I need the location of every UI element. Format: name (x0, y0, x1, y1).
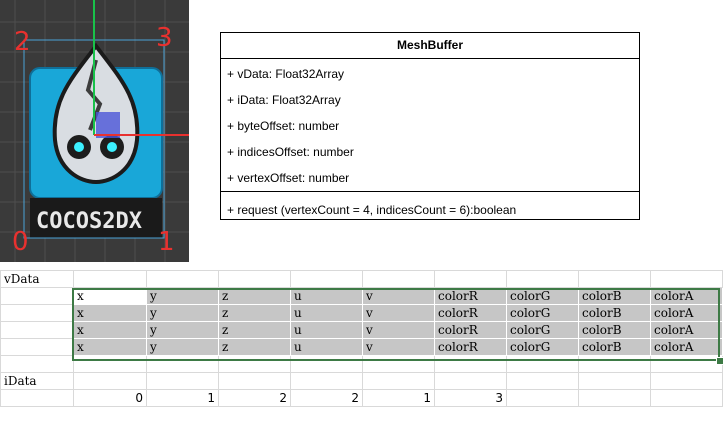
uml-attribute: + vertexOffset: number (227, 171, 350, 185)
cell-colorB[interactable]: colorB (578, 304, 651, 322)
cell-y[interactable]: y (146, 304, 219, 322)
corner-label-3: 3 (156, 23, 173, 53)
cell-colorG[interactable]: colorG (506, 287, 579, 305)
corner-label-0: 0 (12, 227, 29, 257)
fill-handle[interactable] (716, 357, 724, 365)
uml-attribute: + iData: Float32Array (227, 93, 341, 107)
cell-index[interactable]: 1 (146, 389, 219, 407)
cell-colorR[interactable]: colorR (434, 338, 507, 356)
uml-attribute: + byteOffset: number (227, 119, 340, 133)
cell-z[interactable]: z (218, 304, 291, 322)
cell-u[interactable]: u (290, 338, 363, 356)
cell-colorA[interactable]: colorA (650, 287, 723, 305)
cell-u[interactable]: u (290, 321, 363, 339)
cell-colorA[interactable]: colorA (650, 321, 723, 339)
cell-colorG[interactable]: colorG (506, 321, 579, 339)
table-row: x y z u v colorR colorG colorB colorA (0, 321, 723, 339)
scene-canvas: COCOS2DX 2 3 0 1 (0, 0, 189, 262)
cell-y[interactable]: y (146, 321, 219, 339)
cell-z[interactable]: z (218, 287, 291, 305)
uml-attribute: + indicesOffset: number (227, 145, 354, 159)
table-row: x y z u v colorR colorG colorB colorA (0, 338, 723, 356)
cell-colorR[interactable]: colorR (434, 304, 507, 322)
table-row: 0 1 2 2 1 3 (0, 389, 723, 407)
cell-x[interactable]: x (73, 304, 147, 322)
cocos-editor-preview: COCOS2DX 2 3 0 1 (0, 0, 189, 262)
cell-colorB[interactable]: colorB (578, 321, 651, 339)
cell-colorA[interactable]: colorA (650, 338, 723, 356)
cell-colorR[interactable]: colorR (434, 321, 507, 339)
cell-v[interactable]: v (362, 304, 435, 322)
cell-index[interactable]: 2 (290, 389, 363, 407)
cell-label-idata[interactable]: iData (0, 372, 74, 390)
corner-label-2: 2 (14, 27, 31, 57)
cell-colorA[interactable]: colorA (650, 304, 723, 322)
cell-v[interactable]: v (362, 321, 435, 339)
cell-index[interactable]: 0 (73, 389, 147, 407)
uml-class-name: MeshBuffer (221, 33, 639, 59)
cell-y[interactable]: y (146, 287, 219, 305)
cell-x[interactable]: x (73, 287, 147, 305)
cell-colorB[interactable]: colorB (578, 287, 651, 305)
cell-colorG[interactable]: colorG (506, 304, 579, 322)
uml-attribute: + vData: Float32Array (227, 67, 345, 81)
cell-u[interactable]: u (290, 287, 363, 305)
cell-index[interactable]: 2 (218, 389, 291, 407)
cell-x[interactable]: x (73, 338, 147, 356)
uml-attributes: + vData: Float32Array + iData: Float32Ar… (221, 59, 639, 192)
cell-index[interactable]: 1 (362, 389, 435, 407)
cell-index[interactable]: 3 (434, 389, 507, 407)
spreadsheet: vData x y z u v colorR colorG colorB col… (0, 270, 725, 421)
sheet-grid: vData x y z u v colorR colorG colorB col… (0, 270, 723, 407)
cell-v[interactable]: v (362, 287, 435, 305)
cell-z[interactable]: z (218, 321, 291, 339)
corner-label-1: 1 (158, 227, 175, 257)
cell-u[interactable]: u (290, 304, 363, 322)
uml-class-meshbuffer: MeshBuffer + vData: Float32Array + iData… (220, 32, 640, 220)
table-row: x y z u v colorR colorG colorB colorA (0, 304, 723, 322)
cell-y[interactable]: y (146, 338, 219, 356)
cell-x[interactable]: x (73, 321, 147, 339)
cell-colorG[interactable]: colorG (506, 338, 579, 356)
cell-colorB[interactable]: colorB (578, 338, 651, 356)
cell-colorR[interactable]: colorR (434, 287, 507, 305)
logo-text: COCOS2DX (36, 209, 142, 234)
cell-label-vdata[interactable]: vData (0, 270, 74, 288)
table-row: x y z u v colorR colorG colorB colorA (0, 287, 723, 305)
cell-v[interactable]: v (362, 338, 435, 356)
uml-method: + request (vertexCount = 4, indicesCount… (227, 203, 517, 217)
cell-z[interactable]: z (218, 338, 291, 356)
